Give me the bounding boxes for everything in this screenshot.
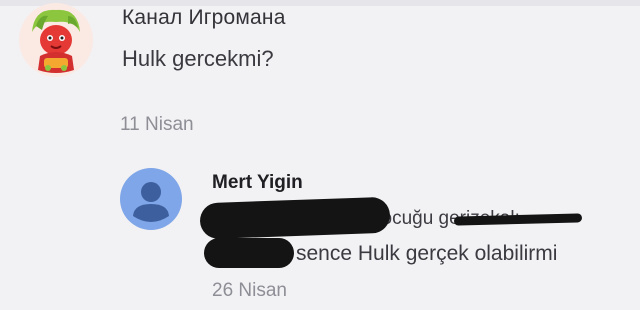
default-user-avatar-icon[interactable] [120,168,182,230]
comment-text: Hulk gercekmi? [122,46,274,71]
game-character-avatar-icon[interactable] [18,2,94,78]
reply-author[interactable]: Mert Yigin [212,172,303,194]
comment-date: 11 Nisan [120,114,194,135]
censor-scribble [204,238,294,268]
censor-scribble [199,196,391,240]
reply-comment: Mert Yigin çocuğu gerizekalı sence Hulk … [0,158,640,310]
censor-strike-line [453,213,583,226]
main-comment: Канал Игромана Hulk gercekmi? 11 Nisan [0,0,640,150]
comment-author[interactable]: Канал Игромана [122,6,286,30]
reply-date: 26 Nisan [212,280,287,301]
reply-text-line-2: sence Hulk gerçek olabilirmi [296,242,558,265]
